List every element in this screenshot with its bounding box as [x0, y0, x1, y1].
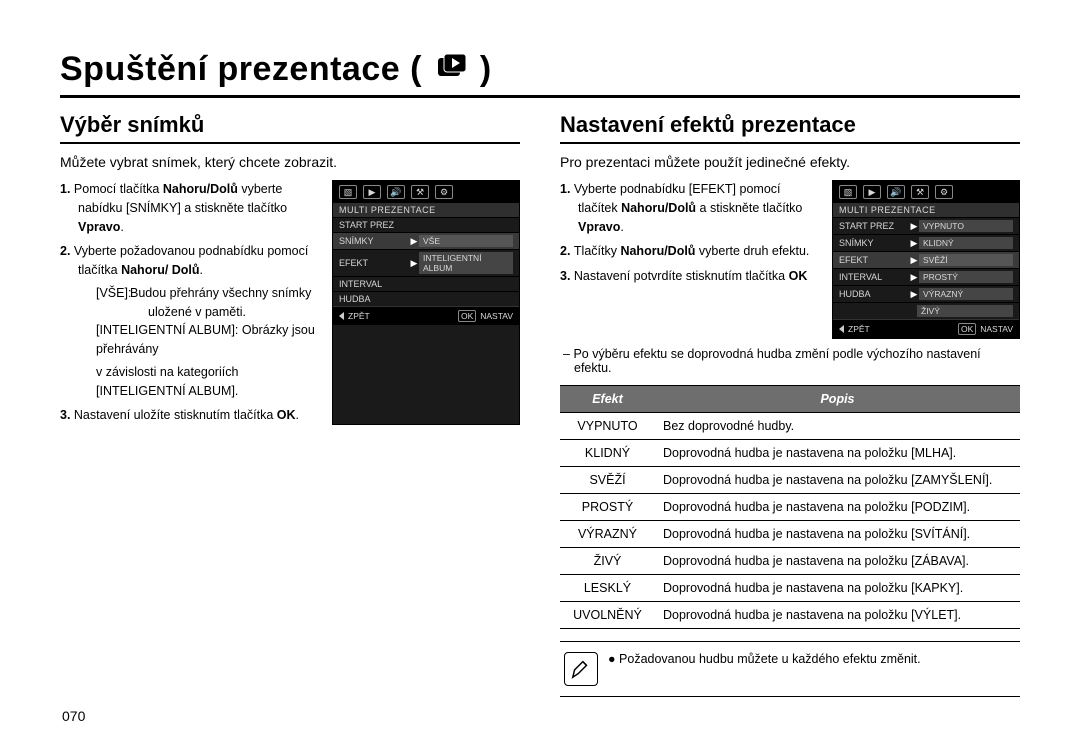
effect-name: ŽIVÝ — [560, 548, 655, 575]
camera-lcd-right: ▧ ▶ 🔊 ⚒ ⚙ MULTI PREZENTACE START PREZ▶VY… — [832, 180, 1020, 339]
lcd-menu-row: HUDBA — [333, 291, 519, 306]
page-title-suffix: ) — [480, 50, 492, 88]
page-title-row: Spuštění prezentace ( ) — [60, 50, 1020, 98]
effects-table: Efekt Popis VYPNUTOBez doprovodné hudby.… — [560, 385, 1020, 629]
lcd-menu-row: START PREZ — [333, 217, 519, 232]
gear-icon: ⚙ — [435, 185, 453, 199]
page-title-text: Spuštění prezentace ( — [60, 50, 422, 88]
note-icon — [564, 652, 598, 686]
section-select-images: Výběr snímků Můžete vybrat snímek, který… — [60, 112, 520, 697]
manual-page: Spuštění prezentace ( ) Výběr snímků Můž… — [0, 0, 1080, 746]
note-text: ● Požadovanou hudbu můžete u každého efe… — [608, 652, 921, 666]
step-2-r: 2. Tlačítky Nahoru/Dolů vyberte druh efe… — [560, 242, 820, 261]
effect-name: VÝRAZNÝ — [560, 521, 655, 548]
sound-icon: 🔊 — [387, 185, 405, 199]
option-all: [VŠE]: Budou přehrány všechny snímky ulo… — [78, 284, 320, 322]
heading-effects: Nastavení efektů prezentace — [560, 112, 1020, 144]
play-icon: ▶ — [363, 185, 381, 199]
gear-icon: ⚙ — [935, 185, 953, 199]
step-2: 2. Vyberte požadovanou podnabídku pomocí… — [60, 242, 320, 400]
table-row: VYPNUTOBez doprovodné hudby. — [560, 413, 1020, 440]
table-row: ŽIVÝDoprovodná hudba je nastavena na pol… — [560, 548, 1020, 575]
back-icon — [839, 325, 844, 333]
effect-desc: Doprovodná hudba je nastavena na položku… — [655, 521, 1020, 548]
step-3: 3. Nastavení uložíte stisknutím tlačítka… — [60, 406, 320, 425]
tools-icon: ⚒ — [411, 185, 429, 199]
step-1-r: 1. Vyberte podnabídku [EFEKT] pomocí tla… — [560, 180, 820, 236]
lcd-menu-row: INTERVAL — [333, 276, 519, 291]
effect-desc: Doprovodná hudba je nastavena na položku… — [655, 440, 1020, 467]
table-row: PROSTÝDoprovodná hudba je nastavena na p… — [560, 494, 1020, 521]
lcd-header-r: MULTI PREZENTACE — [833, 203, 1019, 217]
effect-name: SVĚŽÍ — [560, 467, 655, 494]
tools-icon: ⚒ — [911, 185, 929, 199]
table-row: SVĚŽÍDoprovodná hudba je nastavena na po… — [560, 467, 1020, 494]
lcd-footer-r: ZPĚT OKNASTAV — [833, 319, 1019, 338]
effect-desc: Doprovodná hudba je nastavena na položku… — [655, 494, 1020, 521]
folder-icon: ▧ — [339, 185, 357, 199]
folder-icon: ▧ — [839, 185, 857, 199]
effect-name: KLIDNÝ — [560, 440, 655, 467]
effect-desc: Bez doprovodné hudby. — [655, 413, 1020, 440]
lcd-header: MULTI PREZENTACE — [333, 203, 519, 217]
option-smart-album-cont: v závislosti na kategoriích [INTELIGENTN… — [78, 363, 320, 401]
lcd-footer: ZPĚT OKNASTAV — [333, 306, 519, 325]
col-effect: Efekt — [560, 386, 655, 413]
lcd-menu-row: SNÍMKY▶KLIDNÝ — [833, 234, 1019, 251]
lcd-menu-row: START PREZ▶VYPNUTO — [833, 217, 1019, 234]
table-row: UVOLNĚNÝDoprovodná hudba je nastavena na… — [560, 602, 1020, 629]
option-smart-album: [INTELIGENTNÍ ALBUM]: Obrázky jsou přehr… — [78, 321, 320, 359]
effect-name: UVOLNĚNÝ — [560, 602, 655, 629]
note-box: ● Požadovanou hudbu můžete u každého efe… — [560, 641, 1020, 697]
col-desc: Popis — [655, 386, 1020, 413]
lcd-top-icons-r: ▧ ▶ 🔊 ⚒ ⚙ — [833, 181, 1019, 203]
lcd-menu-row: EFEKT▶SVĚŽÍ — [833, 251, 1019, 268]
lcd-menu-row: EFEKT▶INTELIGENTNÍ ALBUM — [333, 249, 519, 276]
effect-desc: Doprovodná hudba je nastavena na položku… — [655, 467, 1020, 494]
page-title: Spuštění prezentace ( ) — [60, 50, 492, 89]
lcd-menu-row: HUDBA▶VÝRAZNÝ — [833, 285, 1019, 302]
slideshow-icon — [438, 50, 480, 88]
table-row: VÝRAZNÝDoprovodná hudba je nastavena na … — [560, 521, 1020, 548]
lcd-top-icons: ▧ ▶ 🔊 ⚒ ⚙ — [333, 181, 519, 203]
section-effects: Nastavení efektů prezentace Pro prezenta… — [560, 112, 1020, 697]
lcd-menu-row: ŽIVÝ — [833, 302, 1019, 319]
lead-select-images: Můžete vybrat snímek, který chcete zobra… — [60, 154, 520, 170]
lcd-menu-row: SNÍMKY▶VŠE — [333, 232, 519, 249]
table-row: KLIDNÝDoprovodná hudba je nastavena na p… — [560, 440, 1020, 467]
table-row: LESKLÝDoprovodná hudba je nastavena na p… — [560, 575, 1020, 602]
effect-desc: Doprovodná hudba je nastavena na položku… — [655, 548, 1020, 575]
lcd-menu-row: INTERVAL▶PROSTÝ — [833, 268, 1019, 285]
effect-name: VYPNUTO — [560, 413, 655, 440]
step-1: 1. Pomocí tlačítka Nahoru/Dolů vyberte n… — [60, 180, 320, 236]
page-number: 070 — [62, 708, 85, 724]
sound-icon: 🔊 — [887, 185, 905, 199]
lead-effects: Pro prezentaci můžete použít jedinečné e… — [560, 154, 1020, 170]
effect-desc: Doprovodná hudba je nastavena na položku… — [655, 602, 1020, 629]
play-icon: ▶ — [863, 185, 881, 199]
camera-lcd-left: ▧ ▶ 🔊 ⚒ ⚙ MULTI PREZENTACE START PREZSNÍ… — [332, 180, 520, 425]
step-3-r: 3. Nastavení potvrdíte stisknutím tlačít… — [560, 267, 820, 286]
effect-desc: Doprovodná hudba je nastavena na položku… — [655, 575, 1020, 602]
effect-name: LESKLÝ — [560, 575, 655, 602]
back-icon — [339, 312, 344, 320]
effect-name: PROSTÝ — [560, 494, 655, 521]
heading-select-images: Výběr snímků — [60, 112, 520, 144]
effect-music-note: – Po výběru efektu se doprovodná hudba z… — [560, 347, 1020, 375]
